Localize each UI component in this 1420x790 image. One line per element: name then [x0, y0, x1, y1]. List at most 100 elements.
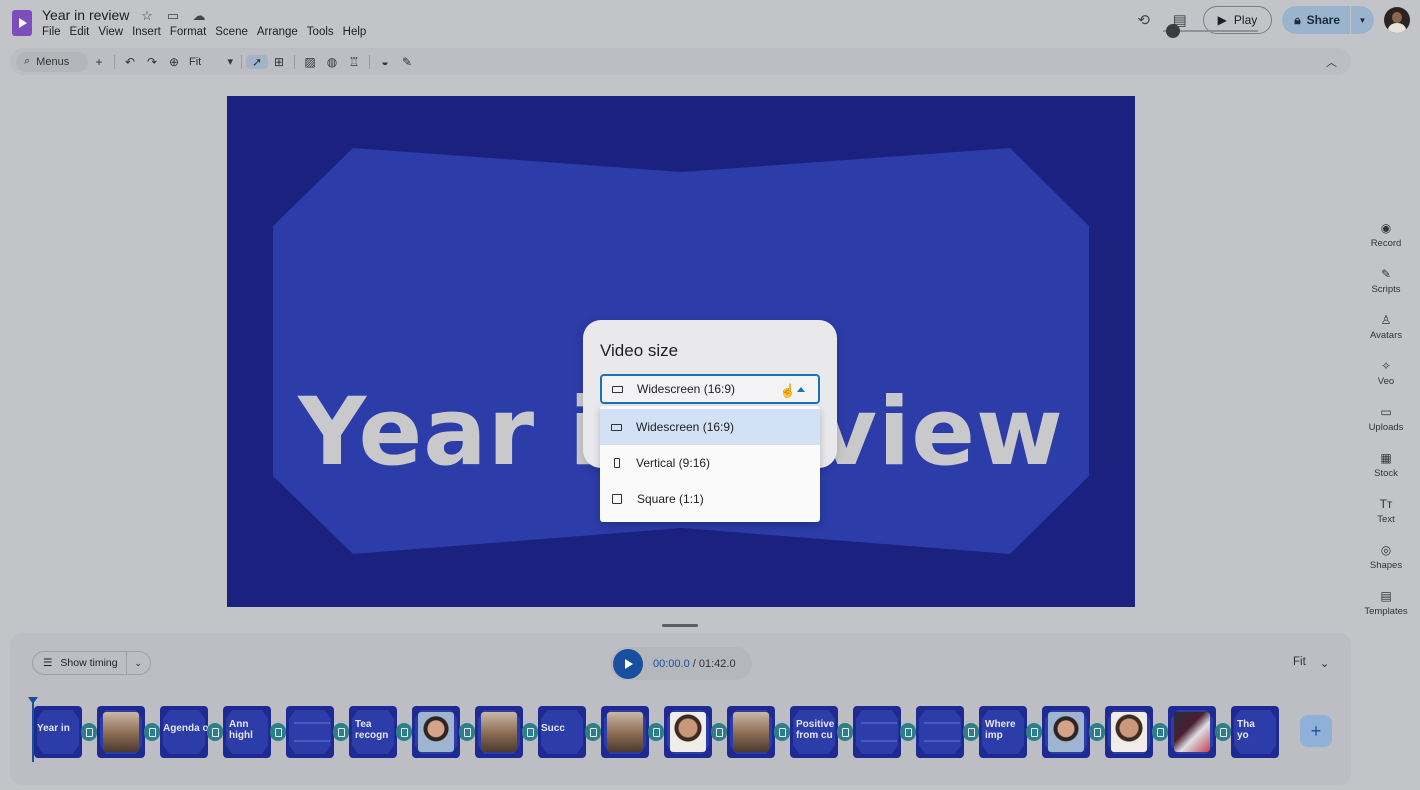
menu-edit[interactable]: Edit [70, 26, 95, 38]
templates-icon: ▤ [1380, 589, 1392, 603]
move-folder-icon[interactable]: ▭ [164, 8, 182, 24]
redo-icon[interactable]: ↷ [141, 55, 163, 69]
show-timing-label: Show timing [60, 657, 118, 669]
cloud-status-icon[interactable]: ☁ [190, 8, 208, 24]
scene-thumbnail[interactable] [286, 706, 334, 758]
scene-thumbnail[interactable] [601, 706, 649, 758]
menu-bar: File Edit View Insert Format Scene Arrange Tool… [42, 26, 375, 38]
transition-icon[interactable] [711, 723, 727, 741]
transition-icon[interactable] [963, 723, 979, 741]
option-label: Widescreen (16:9) [636, 420, 735, 434]
scene-thumbnail[interactable] [1105, 706, 1153, 758]
rail-item-record[interactable]: ◉ Record [1352, 212, 1420, 258]
timeline-zoom-thumb[interactable] [1166, 24, 1180, 38]
transition-icon[interactable] [1089, 723, 1105, 741]
document-title[interactable]: Year in review [42, 7, 129, 23]
fill-color-icon[interactable]: ◒ [374, 55, 396, 69]
show-timing-button[interactable]: ☰ Show timing [33, 652, 126, 674]
menu-file[interactable]: File [42, 26, 66, 38]
menu-scene[interactable]: Scene [215, 26, 253, 38]
transition-icon[interactable] [837, 723, 853, 741]
transition-icon[interactable] [459, 723, 475, 741]
scene-thumbnail[interactable] [475, 706, 523, 758]
chevron-down-icon[interactable]: ⌄ [125, 652, 150, 674]
share-options-button[interactable]: ▼ [1350, 6, 1374, 34]
option-vertical[interactable]: Vertical (9:16) [600, 445, 820, 481]
transition-icon[interactable] [144, 723, 160, 741]
share-button[interactable]: 🔒︎ Share [1282, 6, 1350, 34]
option-square[interactable]: Square (1:1) [600, 481, 820, 517]
scene-thumbnail[interactable] [1168, 706, 1216, 758]
transition-icon[interactable] [522, 723, 538, 741]
rail-item-templates[interactable]: ▤ Templates [1352, 580, 1420, 626]
scene-thumbnail[interactable] [727, 706, 775, 758]
scene-title-text: Where imp [985, 719, 1016, 741]
search-menus-field[interactable]: ⌕ Menus [16, 51, 88, 72]
add-scene-icon[interactable]: + [88, 55, 110, 69]
current-time: 00:00.0 [653, 657, 690, 670]
account-avatar[interactable] [1384, 7, 1410, 33]
menu-arrange[interactable]: Arrange [257, 26, 303, 38]
scene-thumbnail[interactable]: Tea recogn [349, 706, 397, 758]
undo-icon[interactable]: ↶ [119, 55, 141, 69]
collapse-toolbar-icon[interactable]: ︿ [1326, 54, 1337, 70]
paint-format-icon[interactable]: ♖ [343, 55, 365, 69]
menu-help[interactable]: Help [343, 26, 372, 38]
transition-icon[interactable] [1152, 723, 1168, 741]
scene-thumbnail[interactable] [916, 706, 964, 758]
option-widescreen[interactable]: Widescreen (16:9) [600, 409, 820, 445]
scene-thumbnail[interactable] [1042, 706, 1090, 758]
transition-icon[interactable] [648, 723, 664, 741]
zoom-select[interactable]: Fit ▾ [185, 55, 237, 69]
timeline-zoom-select[interactable]: Fit ⌄ [1293, 656, 1329, 670]
add-scene-button[interactable]: + [1300, 715, 1332, 747]
transition-icon[interactable] [333, 723, 349, 741]
star-icon[interactable]: ☆ [138, 8, 156, 24]
rail-item-shapes[interactable]: ◎ Shapes [1352, 534, 1420, 580]
image-icon[interactable]: ▨ [299, 55, 321, 69]
transition-icon[interactable] [900, 723, 916, 741]
timeline-play-button[interactable] [613, 648, 643, 679]
rail-item-uploads[interactable]: ▭ Uploads [1352, 396, 1420, 442]
rail-item-avatars[interactable]: ♙ Avatars [1352, 304, 1420, 350]
video-size-select[interactable]: Widescreen (16:9) ☝ [600, 374, 820, 404]
panel-resize-handle[interactable] [662, 624, 698, 627]
rail-item-scripts[interactable]: ✎ Scripts [1352, 258, 1420, 304]
version-history-icon[interactable]: ⟲ [1131, 7, 1157, 33]
menu-view[interactable]: View [98, 26, 128, 38]
rail-item-stock[interactable]: ▦ Stock [1352, 442, 1420, 488]
transition-icon[interactable] [774, 723, 790, 741]
rail-item-text[interactable]: Tт Text [1352, 488, 1420, 534]
scene-thumbnail[interactable]: Tha yo [1231, 706, 1279, 758]
scene-thumbnail[interactable]: Ann highl [223, 706, 271, 758]
scene-thumbnail[interactable] [853, 706, 901, 758]
veo-icon: ✧ [1380, 359, 1392, 373]
transition-icon[interactable] [396, 723, 412, 741]
text-box-icon[interactable]: ⊞ [268, 55, 290, 69]
menu-insert[interactable]: Insert [132, 26, 166, 38]
vids-logo-icon[interactable] [12, 10, 32, 36]
scene-thumbnail[interactable]: Positive from cu [790, 706, 838, 758]
transition-icon[interactable] [270, 723, 286, 741]
palette-icon[interactable]: ◍ [321, 55, 343, 69]
transition-icon[interactable] [1215, 723, 1231, 741]
scene-thumbnail[interactable] [412, 706, 460, 758]
scene-thumbnail[interactable]: Year in [34, 706, 82, 758]
menu-format[interactable]: Format [170, 26, 211, 38]
border-color-icon[interactable]: ✎ [396, 55, 418, 69]
transition-icon[interactable] [585, 723, 601, 741]
scene-photo [670, 712, 706, 752]
scene-thumbnail[interactable] [97, 706, 145, 758]
transition-icon[interactable] [207, 723, 223, 741]
select-cursor-icon[interactable]: ➚ [246, 54, 268, 69]
scene-thumbnail[interactable]: Agenda o [160, 706, 208, 758]
transition-icon[interactable] [1026, 723, 1042, 741]
scene-thumbnail[interactable]: Where imp [979, 706, 1027, 758]
scene-thumbnail[interactable] [664, 706, 712, 758]
scene-thumbnail[interactable]: Succ [538, 706, 586, 758]
zoom-icon[interactable]: ⊕ [163, 55, 185, 69]
rail-item-veo[interactable]: ✧ Veo [1352, 350, 1420, 396]
menu-tools[interactable]: Tools [307, 26, 339, 38]
transition-icon[interactable] [81, 723, 97, 741]
scene-photo [481, 712, 517, 752]
